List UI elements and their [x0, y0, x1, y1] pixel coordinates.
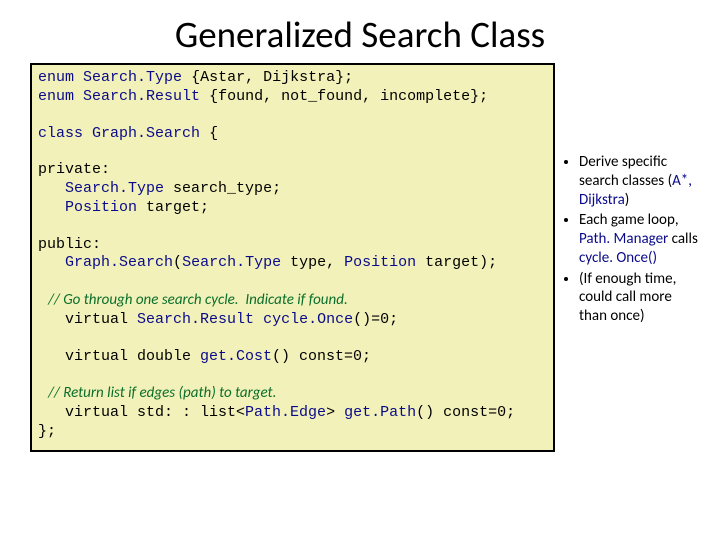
blank-line [38, 218, 547, 236]
bullet-item: Derive specific search classes (A*, Dijk… [579, 153, 698, 209]
content-row: enum Search.Type {Astar, Dijkstra}; enum… [0, 63, 720, 452]
code-line: private: [38, 161, 547, 180]
code-line: virtual Search.Result cycle.Once()=0; [38, 311, 547, 330]
blank-line [38, 366, 547, 384]
code-line: enum Search.Type {Astar, Dijkstra}; [38, 69, 547, 88]
blank-line [38, 107, 547, 125]
bullet-list: Derive specific search classes (A*, Dijk… [555, 63, 698, 452]
code-box: enum Search.Type {Astar, Dijkstra}; enum… [30, 63, 555, 452]
code-line: class Graph.Search { [38, 125, 547, 144]
slide-title: Generalized Search Class [0, 12, 720, 57]
bullet-item: Each game loop, Path. Manager calls cycl… [579, 211, 698, 267]
code-line: virtual std: : list<Path.Edge> get.Path(… [38, 404, 547, 423]
blank-line [38, 330, 547, 348]
code-comment: // Return list if edges (path) to target… [38, 384, 547, 404]
code-line: Search.Type search_type; [38, 180, 547, 199]
code-line: Position target; [38, 199, 547, 218]
code-line: enum Search.Result {found, not_found, in… [38, 88, 547, 107]
code-line: virtual double get.Cost() const=0; [38, 348, 547, 367]
slide: Generalized Search Class enum Search.Typ… [0, 12, 720, 552]
blank-line [38, 143, 547, 161]
code-line: }; [38, 423, 547, 442]
bullet-item: (If enough time, could call more than on… [579, 270, 698, 326]
code-line: public: [38, 236, 547, 255]
code-comment: // Go through one search cycle. Indicate… [38, 291, 547, 311]
code-line: Graph.Search(Search.Type type, Position … [38, 254, 547, 273]
blank-line [38, 273, 547, 291]
